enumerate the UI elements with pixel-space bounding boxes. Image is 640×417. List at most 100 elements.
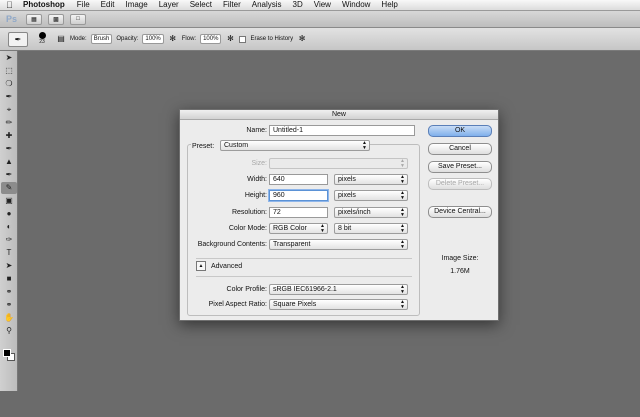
- gradient-tool-icon[interactable]: ▣: [1, 195, 17, 207]
- advanced-label: Advanced: [211, 263, 243, 270]
- advanced-toggle[interactable]: ▲: [196, 261, 206, 271]
- menu-help[interactable]: Help: [381, 0, 397, 10]
- height-label: Height:: [244, 192, 267, 199]
- screen-mode-button[interactable]: □: [70, 13, 86, 25]
- chevron-up-down-icon: ▲ ▼: [400, 284, 405, 295]
- size-select[interactable]: ▲ ▼: [269, 158, 408, 169]
- chevron-up-down-icon: ▲ ▼: [400, 207, 405, 218]
- opacity-label: Opacity:: [116, 36, 139, 42]
- color-profile-select[interactable]: sRGB IEC61966-2.1 ▲ ▼: [269, 284, 408, 295]
- pressure-size-icon[interactable]: ✻: [297, 34, 307, 44]
- menu-layer[interactable]: Layer: [159, 0, 179, 10]
- dialog-title: New: [180, 110, 498, 120]
- menu-photoshop[interactable]: Photoshop: [23, 0, 65, 10]
- bit-depth-select[interactable]: 8 bit ▲ ▼: [334, 223, 408, 234]
- menu-view[interactable]: View: [314, 0, 331, 10]
- crop-tool-icon[interactable]: ⌖: [1, 104, 17, 116]
- 3d-rotate-tool-icon[interactable]: ⚭: [1, 286, 17, 298]
- color-mode-label: Color Mode:: [228, 225, 267, 232]
- pixel-aspect-ratio-select[interactable]: Square Pixels ▲ ▼: [269, 299, 408, 310]
- lasso-tool-icon[interactable]: ❍: [1, 78, 17, 90]
- bridge-button[interactable]: ▦: [26, 13, 42, 25]
- background-contents-value: Transparent: [273, 241, 311, 248]
- resolution-field[interactable]: 72: [269, 207, 328, 218]
- menu-edit[interactable]: Edit: [101, 0, 115, 10]
- resolution-unit-select[interactable]: pixels/inch ▲ ▼: [334, 207, 408, 218]
- flow-label: Flow:: [181, 36, 197, 42]
- blur-tool-icon[interactable]: ●: [1, 208, 17, 220]
- brush-tool-icon[interactable]: ✒: [1, 143, 17, 155]
- new-document-dialog: New Name: Untitled-1 Preset: Custom ▲ ▼ S…: [179, 109, 499, 321]
- device-central-button[interactable]: Device Central...: [428, 206, 492, 218]
- chevron-up-down-icon: ▲ ▼: [400, 239, 405, 250]
- brush-size: 23: [39, 38, 45, 45]
- resolution-unit: pixels/inch: [338, 209, 371, 216]
- opacity-field[interactable]: 100%: [142, 34, 164, 44]
- height-unit-select[interactable]: pixels ▲ ▼: [334, 190, 408, 201]
- cancel-button[interactable]: Cancel: [428, 143, 492, 155]
- bridge-icon: ▦: [31, 16, 37, 23]
- height-unit: pixels: [338, 192, 356, 199]
- brush-preset-picker[interactable]: 23: [32, 31, 52, 48]
- brush-tip-icon: [38, 31, 46, 39]
- preset-select[interactable]: Custom ▲ ▼: [220, 140, 370, 151]
- screen-icon: □: [76, 16, 80, 22]
- quick-select-tool-icon[interactable]: ✒: [1, 91, 17, 103]
- width-unit-select[interactable]: pixels ▲ ▼: [334, 174, 408, 185]
- width-field[interactable]: 640: [269, 174, 328, 185]
- chevron-up-down-icon: ▲ ▼: [400, 190, 405, 201]
- zoom-tool-icon[interactable]: ⚲: [1, 325, 17, 337]
- background-contents-label: Background Contents:: [197, 241, 267, 248]
- menu-file[interactable]: File: [77, 0, 90, 10]
- name-field[interactable]: Untitled-1: [269, 125, 415, 136]
- type-tool-icon[interactable]: T: [1, 247, 17, 259]
- dodge-tool-icon[interactable]: ◐: [1, 221, 17, 233]
- arrange-documents-button[interactable]: ▩: [48, 13, 64, 25]
- flow-field[interactable]: 100%: [200, 34, 222, 44]
- pen-tool-icon[interactable]: ✑: [1, 234, 17, 246]
- shape-tool-icon[interactable]: ■: [1, 273, 17, 285]
- foreground-color-swatch[interactable]: [3, 349, 11, 357]
- stamp-tool-icon[interactable]: ▲: [1, 156, 17, 168]
- pressure-opacity-icon[interactable]: ✻: [168, 34, 178, 44]
- apple-icon[interactable]: : [6, 0, 15, 10]
- hand-tool-icon[interactable]: ✋: [1, 312, 17, 324]
- width-label: Width:: [247, 176, 267, 183]
- advanced-section-divider: [196, 276, 412, 277]
- menu-3d[interactable]: 3D: [293, 0, 303, 10]
- history-brush-tool-icon[interactable]: ✒: [1, 169, 17, 181]
- airbrush-icon[interactable]: ✻: [225, 34, 235, 44]
- menu-filter[interactable]: Filter: [223, 0, 241, 10]
- eraser-tool-icon[interactable]: ✎: [1, 182, 17, 194]
- menu-image[interactable]: Image: [125, 0, 147, 10]
- photoshop-logo: Ps: [6, 14, 18, 24]
- height-field[interactable]: 960: [269, 190, 328, 201]
- marquee-tool-icon[interactable]: ⬚: [1, 65, 17, 77]
- width-unit: pixels: [338, 176, 356, 183]
- eyedropper-tool-icon[interactable]: ✏: [1, 117, 17, 129]
- background-contents-select[interactable]: Transparent ▲ ▼: [269, 239, 408, 250]
- menu-select[interactable]: Select: [190, 0, 212, 10]
- mode-select[interactable]: Brush: [90, 34, 113, 44]
- save-preset-button[interactable]: Save Preset...: [428, 161, 492, 173]
- tool-preset-picker[interactable]: ✒: [8, 31, 28, 47]
- chevron-up-down-icon: ▲ ▼: [400, 299, 405, 310]
- 3d-orbit-tool-icon[interactable]: ⚭: [1, 299, 17, 311]
- color-mode-value: RGB Color: [273, 225, 307, 232]
- erase-to-history-checkbox[interactable]: [239, 35, 247, 43]
- menu-window[interactable]: Window: [342, 0, 370, 10]
- image-size-label: Image Size:: [441, 255, 479, 262]
- ok-button[interactable]: OK: [428, 125, 492, 137]
- color-mode-select[interactable]: RGB Color ▲ ▼: [269, 223, 328, 234]
- healing-tool-icon[interactable]: ✚: [1, 130, 17, 142]
- menu-analysis[interactable]: Analysis: [252, 0, 282, 10]
- grid-icon: ▩: [53, 16, 59, 23]
- preset-label: Preset:: [192, 143, 215, 150]
- move-tool-icon[interactable]: ➤: [1, 52, 17, 64]
- delete-preset-button[interactable]: Delete Preset...: [428, 178, 492, 190]
- erase-to-history-label: Erase to History: [250, 36, 294, 42]
- menu-bar:  Photoshop File Edit Image Layer Select…: [0, 0, 640, 11]
- path-select-tool-icon[interactable]: ➤: [1, 260, 17, 272]
- chevron-up-down-icon: ▲ ▼: [400, 174, 405, 185]
- brush-panel-icon[interactable]: ▤: [56, 34, 66, 44]
